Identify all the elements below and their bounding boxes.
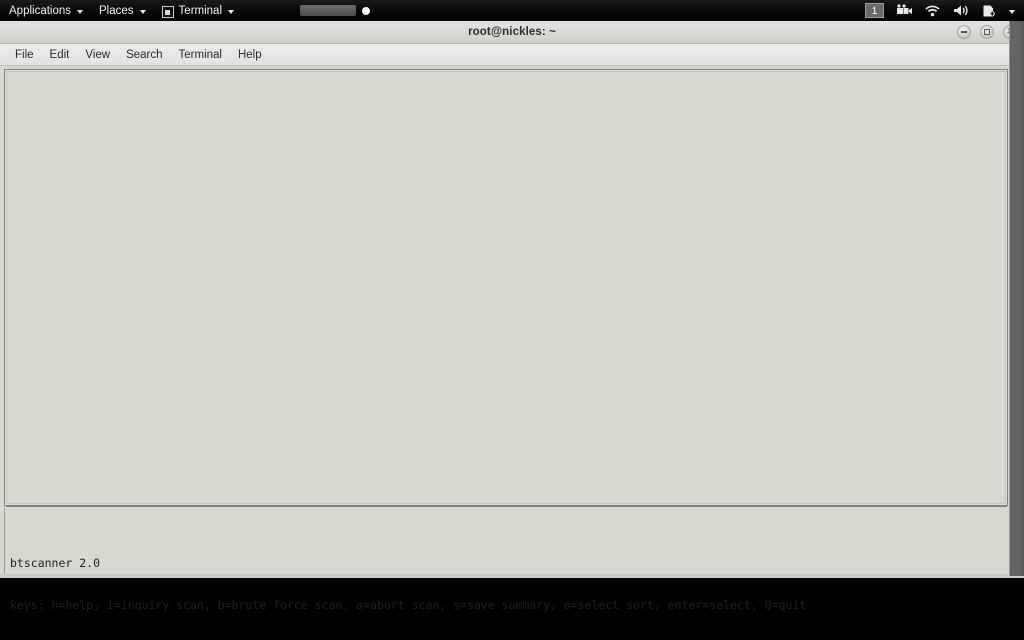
gnome-top-panel: Applications Places Terminal 1: [0, 0, 1024, 21]
terminal-window-icon: [161, 5, 174, 18]
panel-menu-applications-label: Applications: [9, 4, 72, 17]
maximize-button[interactable]: [980, 25, 994, 39]
panel-tray: 1: [865, 0, 1024, 21]
btscanner-status-area: btscanner 2.0 keys: h=help, i=inquiry sc…: [10, 528, 806, 640]
btscanner-device-list-panel[interactable]: [4, 69, 1008, 506]
terminal-canvas[interactable]: btscanner 2.0 keys: h=help, i=inquiry sc…: [0, 66, 1024, 612]
menu-item-edit[interactable]: Edit: [43, 47, 77, 63]
recording-bar-indicator: [300, 5, 357, 16]
panel-menu-places-label: Places: [99, 4, 134, 17]
menu-item-help[interactable]: Help: [231, 47, 269, 63]
btscanner-device-list-inner-border: [6, 71, 1006, 504]
terminal-scrollbar[interactable]: [1009, 21, 1024, 576]
btscanner-keys-line: keys: h=help, i=inquiry scan, b=brute fo…: [10, 598, 807, 612]
menu-item-file[interactable]: File: [8, 47, 41, 63]
workspace-switcher[interactable]: 1: [865, 3, 884, 18]
btscanner-left-rail: [4, 507, 5, 578]
window-bottom-edge: [0, 574, 1024, 578]
btscanner-version-line: btscanner 2.0: [10, 556, 101, 570]
btscanner-status-separator: [6, 506, 1007, 507]
panel-menu-terminal-label: Terminal: [178, 4, 223, 17]
panel-center-indicator: [300, 5, 371, 16]
volume-speaker-icon[interactable]: [953, 4, 969, 17]
menu-item-search[interactable]: Search: [119, 47, 169, 63]
record-dot-icon: [362, 6, 371, 15]
panel-menu-places[interactable]: Places: [91, 0, 154, 21]
power-battery-icon[interactable]: [982, 4, 995, 18]
panel-menu-terminal[interactable]: Terminal: [154, 0, 242, 21]
desktop-screen: Applications Places Terminal 1 root@nick…: [0, 0, 1024, 612]
menu-item-terminal[interactable]: Terminal: [172, 47, 229, 63]
window-titlebar[interactable]: root@nickles: ~ ✕: [0, 21, 1024, 44]
chevron-down-icon: [139, 9, 146, 14]
system-menu-caret-icon[interactable]: [1009, 9, 1015, 14]
maximize-icon: [983, 28, 990, 35]
screencast-camera-icon[interactable]: [897, 4, 912, 17]
window-title: root@nickles: ~: [468, 26, 556, 38]
menubar: File Edit View Search Terminal Help: [0, 44, 1024, 66]
minimize-icon: [961, 31, 967, 33]
terminal-window: root@nickles: ~ ✕ File Edit View Search …: [0, 21, 1024, 612]
menu-item-view[interactable]: View: [78, 47, 117, 63]
wifi-signal-icon[interactable]: [925, 5, 940, 17]
minimize-button[interactable]: [957, 25, 971, 39]
panel-menu-applications[interactable]: Applications: [0, 0, 91, 21]
window-control-buttons: ✕: [957, 21, 1017, 43]
chevron-down-icon: [228, 9, 235, 14]
chevron-down-icon: [77, 9, 84, 14]
